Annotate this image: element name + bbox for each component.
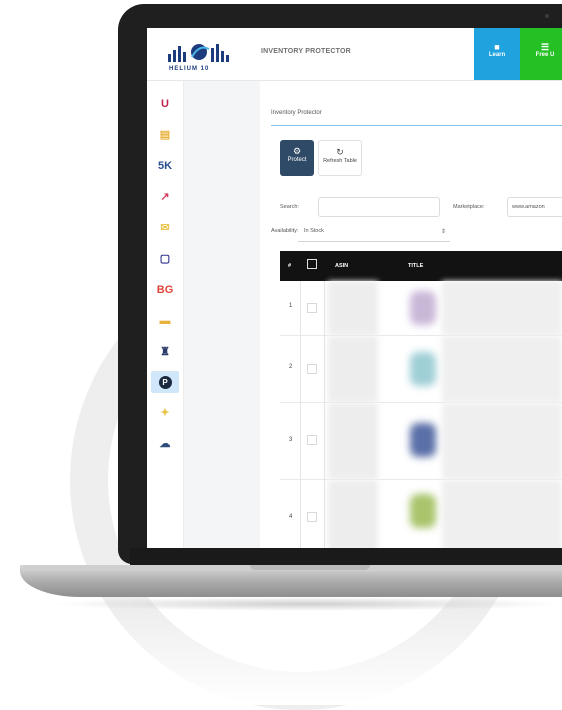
- table-row: 4: [280, 480, 562, 548]
- free-label: Free U: [535, 52, 555, 58]
- sidebar-item-bg[interactable]: BG: [151, 279, 179, 301]
- sidebar-item-magnet[interactable]: ✦: [151, 402, 179, 424]
- column-divider: [324, 281, 325, 548]
- table-row: 1: [280, 281, 562, 336]
- row-number: 3: [289, 437, 293, 443]
- select-all-checkbox[interactable]: [307, 259, 317, 269]
- product-image: [410, 423, 436, 457]
- sidebar-item-index-checker[interactable]: ♜: [151, 341, 179, 363]
- products-table: # ASIN TITLE 1 2 3 4: [280, 251, 562, 548]
- table-row: 3: [280, 403, 562, 480]
- sidebar-item-black-box[interactable]: U: [151, 93, 179, 115]
- refresh-label: Refresh Table: [323, 158, 357, 164]
- row-number: 2: [289, 364, 293, 370]
- availability-select[interactable]: In Stock ⇕: [298, 228, 450, 240]
- content-gutter: [184, 81, 260, 548]
- sidebar-item-followup[interactable]: ✉: [151, 217, 179, 239]
- learn-label: Learn: [488, 52, 506, 58]
- product-image: [410, 494, 436, 528]
- protect-label: Protect: [287, 157, 307, 163]
- screen-bezel-bottom: [130, 548, 562, 566]
- title-cell-blurred: [442, 403, 562, 479]
- marketplace-select[interactable]: www.amazon: [507, 197, 562, 217]
- row-checkbox[interactable]: [307, 303, 317, 313]
- refresh-icon: ↻: [336, 147, 344, 157]
- sidebar-item-scribbles[interactable]: ▢: [151, 248, 179, 270]
- gear-icon: ⚙: [292, 146, 302, 156]
- row-number: 1: [289, 303, 293, 309]
- app-header: HELIUM 10 INVENTORY PROTECTOR ■ Learn ☰ …: [147, 28, 562, 81]
- product-image: [410, 352, 436, 386]
- panel-title: Inventory Protector: [271, 110, 322, 116]
- camera-icon: [545, 14, 549, 18]
- search-input[interactable]: [318, 197, 440, 217]
- free-u-button[interactable]: ☰ Free U: [520, 28, 562, 80]
- sidebar: U ▤ 5K ↗ ✉ ▢ BG ▬ ♜ P ✦ ☁: [147, 81, 184, 548]
- title-cell-blurred: [442, 281, 562, 335]
- sidebar-item-misspellinator[interactable]: ▬: [151, 310, 179, 332]
- header-index: #: [288, 263, 292, 269]
- product-image: [410, 291, 436, 325]
- marketplace-label: Marketplace:: [453, 204, 485, 210]
- laptop-shadow: [50, 597, 562, 611]
- background-fade: [0, 610, 562, 705]
- video-icon: ■: [494, 42, 500, 52]
- learn-button[interactable]: ■ Learn: [474, 28, 520, 80]
- sidebar-item-trendster[interactable]: ↗: [151, 186, 179, 208]
- column-divider: [300, 281, 301, 548]
- availability-value: In Stock: [304, 228, 324, 234]
- table-row: 2: [280, 336, 562, 403]
- asin-cell-blurred: [328, 281, 378, 335]
- inventory-protector-panel: Inventory Protector ⚙ Protect ↻ Refresh …: [260, 94, 562, 548]
- helium10-logo-icon: [168, 44, 229, 62]
- header-title[interactable]: TITLE: [408, 263, 423, 269]
- row-checkbox[interactable]: [307, 364, 317, 374]
- page-title: INVENTORY PROTECTOR: [261, 48, 351, 55]
- row-number: 4: [289, 514, 293, 520]
- title-cell-blurred: [442, 336, 562, 402]
- title-cell-blurred: [442, 480, 562, 548]
- logo-text: HELIUM 10: [169, 66, 210, 72]
- laptop-screen: HELIUM 10 INVENTORY PROTECTOR ■ Learn ☰ …: [147, 28, 562, 548]
- panel-divider: [271, 125, 562, 126]
- row-checkbox[interactable]: [307, 435, 317, 445]
- laptop-opening-notch: [250, 565, 370, 570]
- sidebar-item-5k[interactable]: 5K: [151, 155, 179, 177]
- availability-label: Availability:: [271, 228, 299, 234]
- search-label: Search:: [280, 204, 299, 210]
- sidebar-item-cerebro[interactable]: ▤: [151, 124, 179, 146]
- grid-icon: ☰: [540, 42, 550, 52]
- sidebar-item-inventory-protector[interactable]: P: [151, 371, 179, 393]
- inventory-protector-icon: P: [158, 376, 172, 389]
- asin-cell-blurred: [328, 403, 378, 479]
- asin-cell-blurred: [328, 480, 378, 548]
- protect-button[interactable]: ⚙ Protect: [280, 140, 314, 176]
- row-checkbox[interactable]: [307, 512, 317, 522]
- asin-cell-blurred: [328, 336, 378, 402]
- select-arrow-icon: ⇕: [440, 229, 446, 235]
- refresh-table-button[interactable]: ↻ Refresh Table: [318, 140, 362, 176]
- table-header: # ASIN TITLE: [280, 251, 562, 281]
- header-asin: ASIN: [335, 263, 349, 269]
- sidebar-item-frankenstein[interactable]: ☁: [151, 433, 179, 455]
- availability-underline: [298, 241, 450, 242]
